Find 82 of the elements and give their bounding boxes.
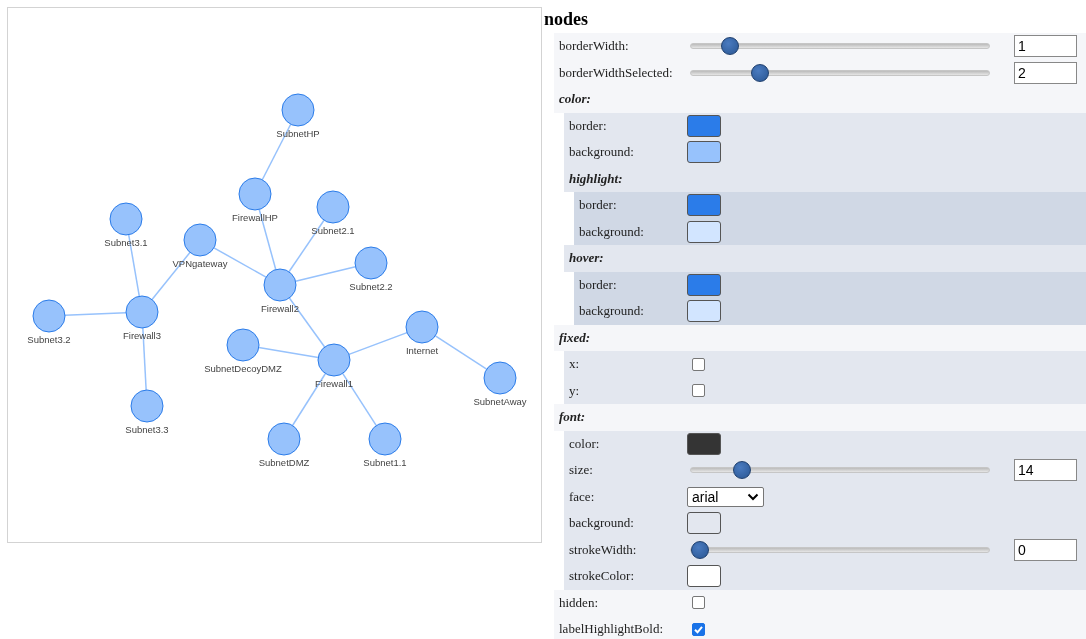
network-node[interactable] (368, 422, 402, 456)
font-dropdown[interactable]: arial (687, 486, 764, 507)
number-field[interactable]: 0 (1014, 538, 1077, 561)
node-label: Subnet2.2 (349, 281, 393, 292)
slider-thumb[interactable] (691, 540, 709, 559)
option-label: border: (579, 197, 618, 214)
network-node[interactable] (109, 202, 143, 236)
option-label: border: (579, 276, 618, 293)
option-label: x: (569, 356, 581, 373)
option-label: background: (579, 223, 645, 240)
node-label: Firewall3 (123, 330, 161, 341)
network-node[interactable] (183, 223, 217, 257)
network-node[interactable] (316, 190, 350, 224)
option-label: border: (569, 117, 608, 134)
network-node[interactable] (32, 299, 66, 333)
option-label: borderWidth: (559, 38, 630, 55)
node-label: Subnet2.1 (311, 225, 355, 236)
option-label: strokeWidth: (569, 541, 638, 558)
option-label: background: (569, 515, 635, 532)
option-label: labelHighlightBold: (559, 621, 664, 638)
number-field[interactable]: 14 (1014, 459, 1077, 482)
slider-thumb[interactable] (732, 461, 751, 480)
color-swatch[interactable] (687, 273, 721, 296)
node-label: FirewallHP (232, 212, 278, 223)
option-label: color: (559, 91, 592, 108)
option-label: highlight: (569, 170, 624, 187)
color-swatch[interactable] (687, 220, 721, 243)
option-label: borderWidthSelected: (559, 64, 674, 81)
slider-thumb[interactable] (750, 63, 769, 82)
node-label: SubnetDMZ (258, 457, 310, 468)
node-label: SubnetHP (276, 128, 320, 139)
option-label: y: (569, 382, 581, 399)
network-node[interactable] (130, 389, 164, 423)
network-node[interactable] (354, 246, 388, 280)
option-label: face: (569, 488, 596, 505)
node-label: VPNgateway (172, 258, 228, 269)
node-label: Subnet1.1 (363, 457, 407, 468)
node-label: Internet (405, 345, 439, 356)
section-title: nodes (543, 8, 589, 31)
option-label: background: (569, 144, 635, 161)
number-field[interactable]: 2 (1014, 61, 1077, 84)
node-label: SubnetAway (473, 396, 527, 407)
option-label: hover: (569, 250, 605, 267)
network-canvas[interactable]: SubnetHP FirewallHP Subnet2.1 Subnet3.1 VPNgateway Subnet2.2 Firewall2 Subnet3.2 Firewall3 Internet SubnetDecoyDMZ Firewall1 SubnetAway Subnet3.3 SubnetDMZ Subnet1.1 (7, 7, 542, 543)
number-field[interactable]: 1 (1014, 35, 1077, 58)
network-node[interactable] (263, 268, 297, 302)
option-label: hidden: (559, 594, 599, 611)
network-node[interactable] (125, 295, 159, 329)
option-label: font: (559, 409, 586, 426)
chevron-down-icon (747, 492, 759, 501)
color-swatch[interactable] (687, 432, 721, 455)
network-node[interactable] (483, 361, 517, 395)
node-label: Firewall1 (315, 378, 353, 389)
checkbox[interactable] (692, 596, 705, 610)
network-node[interactable] (267, 422, 301, 456)
option-label: color: (569, 435, 601, 452)
option-label: background: (579, 303, 645, 320)
checkbox[interactable] (692, 384, 705, 398)
node-label: Subnet3.2 (27, 334, 71, 345)
node-label: Firewall2 (261, 303, 299, 314)
color-swatch[interactable] (687, 512, 721, 535)
checkbox[interactable] (692, 622, 705, 636)
network-node[interactable] (238, 177, 272, 211)
color-swatch[interactable] (687, 141, 721, 164)
slider-thumb[interactable] (720, 37, 739, 56)
network-node[interactable] (317, 343, 351, 377)
color-swatch[interactable] (687, 194, 721, 217)
option-label: strokeColor: (569, 568, 635, 585)
edge-line (348, 331, 408, 356)
edge-line (64, 311, 127, 317)
node-label: Subnet3.3 (125, 424, 169, 435)
network-node[interactable] (281, 93, 315, 127)
network-node[interactable] (226, 328, 260, 362)
node-label: Subnet3.1 (104, 237, 148, 248)
color-swatch[interactable] (687, 300, 721, 323)
option-label: size: (569, 462, 594, 479)
color-swatch[interactable] (687, 565, 721, 588)
node-label: SubnetDecoyDMZ (204, 363, 282, 374)
checkbox[interactable] (692, 357, 705, 371)
network-node[interactable] (405, 310, 439, 344)
option-label: fixed: (559, 329, 592, 346)
color-swatch[interactable] (687, 114, 721, 137)
